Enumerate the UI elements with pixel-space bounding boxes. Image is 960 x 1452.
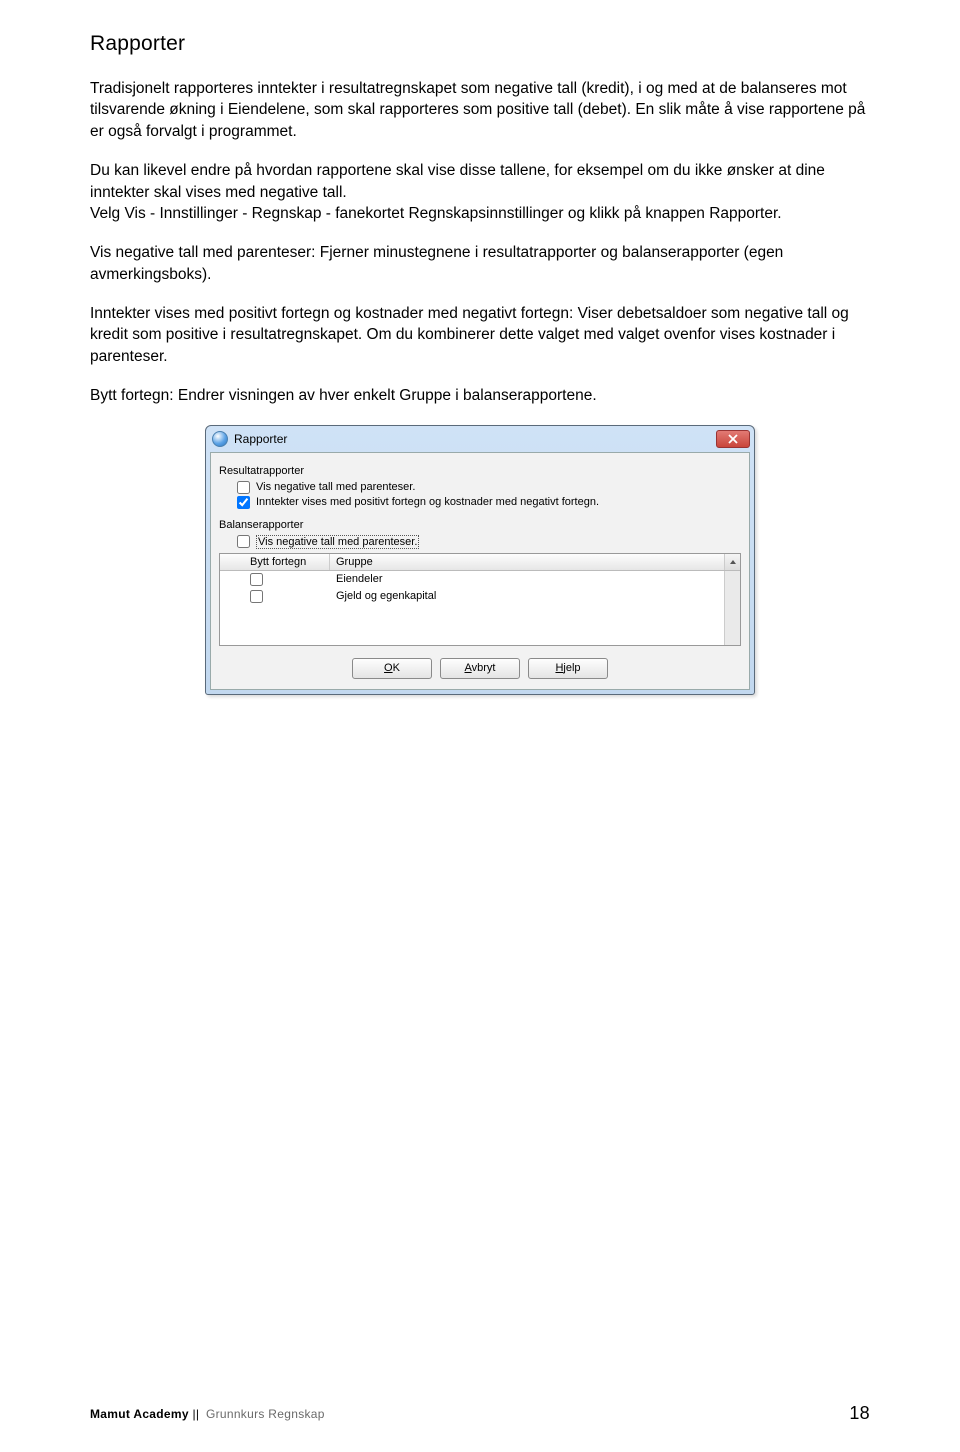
chevron-up-icon — [729, 558, 737, 566]
footer-sep: || — [192, 1407, 199, 1421]
table-cell: Gjeld og egenkapital — [330, 588, 724, 605]
checkbox-input[interactable] — [237, 481, 250, 494]
row-checkbox[interactable] — [250, 573, 263, 586]
app-icon — [212, 431, 228, 447]
dialog-titlebar[interactable]: Rapporter — [206, 426, 754, 452]
dialog-title: Rapporter — [234, 432, 716, 446]
table-row — [220, 605, 724, 645]
footer-course: Grunnkurs Regnskap — [206, 1407, 325, 1421]
page-footer: Mamut Academy || Grunnkurs Regnskap 18 — [90, 1403, 870, 1424]
table-row[interactable]: Gjeld og egenkapital — [220, 588, 724, 605]
table-header-cell[interactable]: Gruppe — [330, 554, 724, 570]
close-icon — [728, 434, 738, 444]
cancel-button[interactable]: Avbryt — [440, 658, 520, 679]
checkbox-vis-negative-balanse[interactable]: Vis negative tall med parenteser. — [237, 535, 741, 549]
help-button[interactable]: Hjelp — [528, 658, 608, 679]
row-checkbox[interactable] — [250, 590, 263, 603]
group-label-resultatrapporter: Resultatrapporter — [219, 465, 741, 477]
table-row[interactable]: Eiendeler — [220, 571, 724, 588]
body-paragraph: Du kan likevel endre på hvordan rapporte… — [90, 160, 870, 203]
body-paragraph: Tradisjonelt rapporteres inntekter i res… — [90, 78, 870, 142]
checkbox-label: Vis negative tall med parenteser. — [256, 535, 419, 549]
close-button[interactable] — [716, 430, 750, 448]
table-header[interactable]: Bytt fortegn Gruppe — [220, 554, 740, 571]
checkbox-input[interactable] — [237, 496, 250, 509]
checkbox-inntekter-positivt[interactable]: Inntekter vises med positivt fortegn og … — [237, 496, 741, 509]
footer-brand: Mamut Academy — [90, 1407, 189, 1421]
dialog-rapporter: Rapporter Resultatrapporter Vis negative… — [205, 425, 755, 695]
body-paragraph: Bytt fortegn: Endrer visningen av hver e… — [90, 385, 870, 406]
bytt-fortegn-table: Bytt fortegn Gruppe Eiendeler — [219, 553, 741, 646]
ok-button[interactable]: OK — [352, 658, 432, 679]
body-paragraph: Inntekter vises med positivt fortegn og … — [90, 303, 870, 367]
checkbox-vis-negative-resultat[interactable]: Vis negative tall med parenteser. — [237, 481, 741, 494]
scrollbar[interactable] — [724, 571, 740, 645]
table-header-cell[interactable]: Bytt fortegn — [220, 554, 330, 570]
page-title: Rapporter — [90, 32, 870, 56]
table-cell: Eiendeler — [330, 571, 724, 588]
body-paragraph: Vis negative tall med parenteser: Fjerne… — [90, 242, 870, 285]
body-paragraph: Velg Vis - Innstillinger - Regnskap - fa… — [90, 203, 870, 224]
page-number: 18 — [849, 1403, 870, 1424]
scroll-up-button[interactable] — [724, 554, 740, 570]
checkbox-label: Vis negative tall med parenteser. — [256, 481, 415, 493]
checkbox-input[interactable] — [237, 535, 250, 548]
checkbox-label: Inntekter vises med positivt fortegn og … — [256, 496, 599, 508]
group-label-balanserapporter: Balanserapporter — [219, 519, 741, 531]
